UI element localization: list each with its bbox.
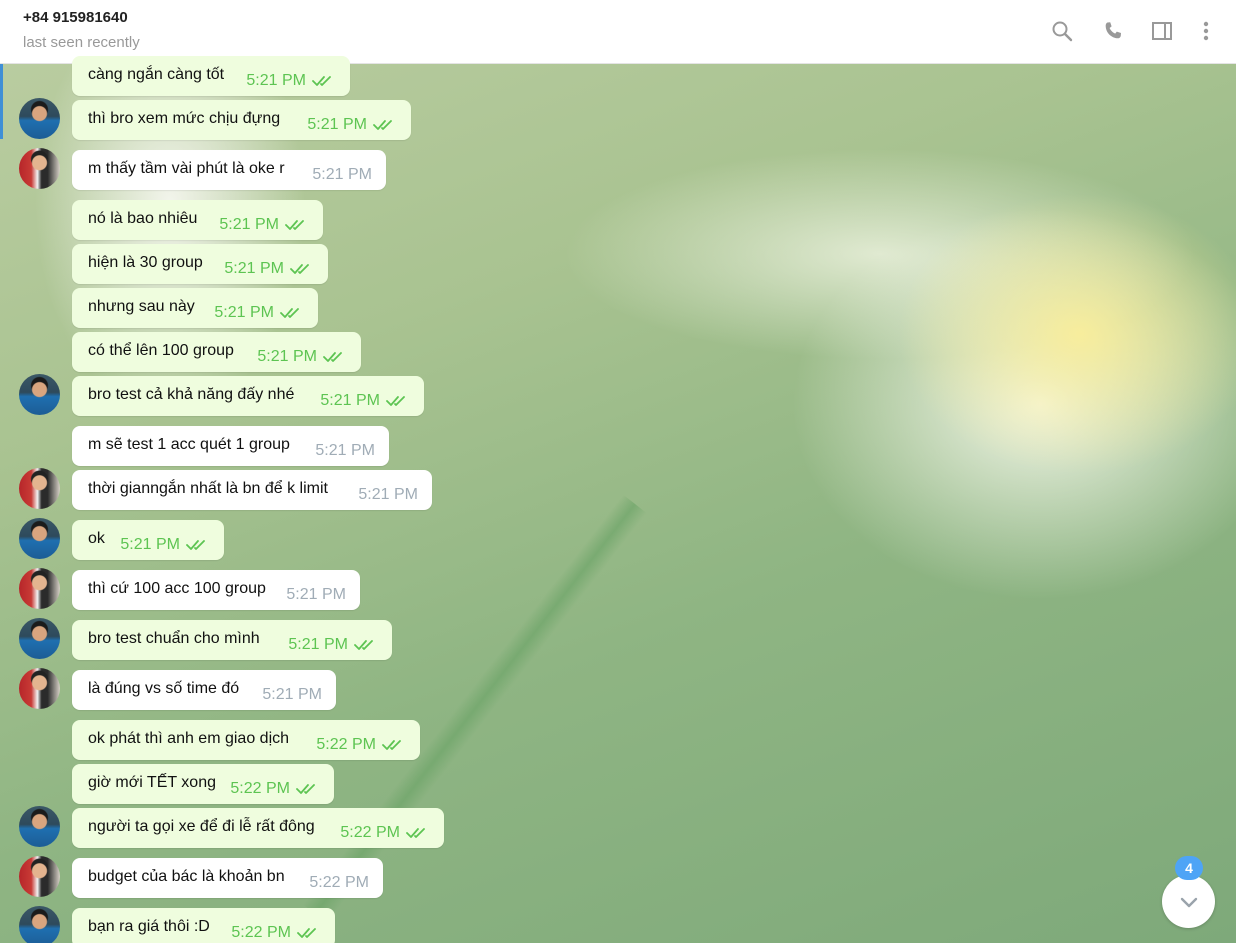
avatar[interactable] (19, 468, 60, 509)
telegram-chat-window: +84 915981640 last seen recently càng ng… (0, 0, 1236, 943)
unread-count-badge: 4 (1175, 856, 1203, 880)
message-bubble[interactable]: m sẽ test 1 acc quét 1 group 5:21 PM (72, 426, 389, 466)
message-text: giờ mới TẾT xong (88, 774, 216, 791)
message-time: 5:22 PM (231, 924, 291, 941)
message-bubble[interactable]: nó là bao nhiêu 5:21 PM (72, 200, 323, 240)
chat-header: +84 915981640 last seen recently (0, 0, 1236, 64)
message-text: thì cứ 100 acc 100 group (88, 580, 266, 597)
message-bubble[interactable]: giờ mới TẾT xong 5:22 PM (72, 764, 334, 804)
message-time: 5:21 PM (120, 536, 180, 553)
message-text: là đúng vs số time đó (88, 680, 240, 697)
sidebar-toggle-icon[interactable] (1147, 16, 1177, 46)
double-check-icon (296, 784, 315, 794)
message-text: m sẽ test 1 acc quét 1 group (88, 436, 290, 453)
double-check-icon (280, 308, 299, 318)
message-text: càng ngắn càng tốt (88, 66, 225, 83)
message-text: bro test chuẩn cho mình (88, 630, 260, 647)
message-time: 5:22 PM (316, 736, 376, 753)
message-time: 5:21 PM (262, 686, 322, 703)
double-check-icon (373, 120, 392, 130)
message-bubble[interactable]: là đúng vs số time đó 5:21 PM (72, 670, 336, 710)
avatar[interactable] (19, 148, 60, 189)
message-time: 5:22 PM (309, 874, 369, 891)
message-text: budget của bác là khoản bn (88, 868, 285, 885)
message-time: 5:21 PM (257, 348, 317, 365)
message-time: 5:21 PM (312, 166, 372, 183)
avatar[interactable] (19, 98, 60, 139)
chevron-down-icon (1180, 897, 1197, 907)
message-time: 5:21 PM (288, 636, 348, 653)
message-text: nhưng sau này (88, 298, 195, 315)
message-bubble[interactable]: có thể lên 100 group 5:21 PM (72, 332, 361, 372)
avatar[interactable] (19, 906, 60, 943)
avatar[interactable] (19, 618, 60, 659)
double-check-icon (312, 76, 331, 86)
message-text: thì bro xem mức chịu đựng (88, 110, 281, 127)
more-vertical-icon[interactable] (1191, 16, 1221, 46)
message-time: 5:21 PM (214, 304, 274, 321)
avatar[interactable] (19, 856, 60, 897)
avatar[interactable] (19, 518, 60, 559)
message-text: bro test cả khả năng đấy nhé (88, 386, 295, 403)
message-bubble[interactable]: bro test chuẩn cho mình 5:21 PM (72, 620, 392, 660)
last-seen-status: last seen recently (23, 34, 140, 51)
double-check-icon (386, 396, 405, 406)
search-icon[interactable] (1047, 16, 1077, 46)
avatar[interactable] (19, 568, 60, 609)
selection-accent (0, 64, 3, 139)
avatar[interactable] (19, 668, 60, 709)
contact-name[interactable]: +84 915981640 (23, 9, 128, 26)
message-bubble[interactable]: thì bro xem mức chịu đựng 5:21 PM (72, 100, 411, 140)
message-bubble[interactable]: bạn ra giá thôi :D 5:22 PM (72, 908, 335, 943)
message-bubble[interactable]: budget của bác là khoản bn 5:22 PM (72, 858, 383, 898)
message-time: 5:21 PM (307, 116, 367, 133)
message-bubble[interactable]: ok 5:21 PM (72, 520, 224, 560)
double-check-icon (323, 352, 342, 362)
message-bubble[interactable]: m thấy tầm vài phút là oke r 5:21 PM (72, 150, 386, 190)
message-text: m thấy tầm vài phút là oke r (88, 160, 285, 177)
message-bubble[interactable]: người ta gọi xe để đi lễ rất đông 5:22 P… (72, 808, 444, 848)
message-time: 5:22 PM (340, 824, 400, 841)
message-text: người ta gọi xe để đi lễ rất đông (88, 818, 315, 835)
message-time: 5:21 PM (219, 216, 279, 233)
message-time: 5:21 PM (358, 486, 418, 503)
message-text: hiện là 30 group (88, 254, 203, 271)
message-bubble[interactable]: càng ngắn càng tốt 5:21 PM (72, 56, 350, 96)
message-bubble[interactable]: ok phát thì anh em giao dịch 5:22 PM (72, 720, 420, 760)
message-text: nó là bao nhiêu (88, 210, 198, 227)
double-check-icon (285, 220, 304, 230)
message-bubble[interactable]: bro test cả khả năng đấy nhé 5:21 PM (72, 376, 424, 416)
message-text: thời gianngắn nhất là bn để k limit (88, 480, 328, 497)
message-text: có thể lên 100 group (88, 342, 234, 359)
message-bubble[interactable]: thời gianngắn nhất là bn để k limit 5:21… (72, 470, 432, 510)
double-check-icon (297, 928, 316, 938)
phone-icon[interactable] (1098, 16, 1128, 46)
message-time: 5:21 PM (315, 442, 375, 459)
message-text: bạn ra giá thôi :D (88, 918, 210, 935)
message-text: ok (88, 530, 105, 547)
message-time: 5:21 PM (246, 72, 306, 89)
double-check-icon (186, 540, 205, 550)
message-bubble[interactable]: nhưng sau này 5:21 PM (72, 288, 318, 328)
double-check-icon (354, 640, 373, 650)
scroll-to-bottom-button[interactable] (1162, 875, 1215, 928)
double-check-icon (290, 264, 309, 274)
message-bubble[interactable]: thì cứ 100 acc 100 group 5:21 PM (72, 570, 360, 610)
message-bubble[interactable]: hiện là 30 group 5:21 PM (72, 244, 328, 284)
avatar[interactable] (19, 806, 60, 847)
message-time: 5:21 PM (286, 586, 346, 603)
message-text: ok phát thì anh em giao dịch (88, 730, 290, 747)
message-time: 5:21 PM (224, 260, 284, 277)
double-check-icon (406, 828, 425, 838)
avatar[interactable] (19, 374, 60, 415)
message-time: 5:22 PM (230, 780, 290, 797)
double-check-icon (382, 740, 401, 750)
message-time: 5:21 PM (320, 392, 380, 409)
